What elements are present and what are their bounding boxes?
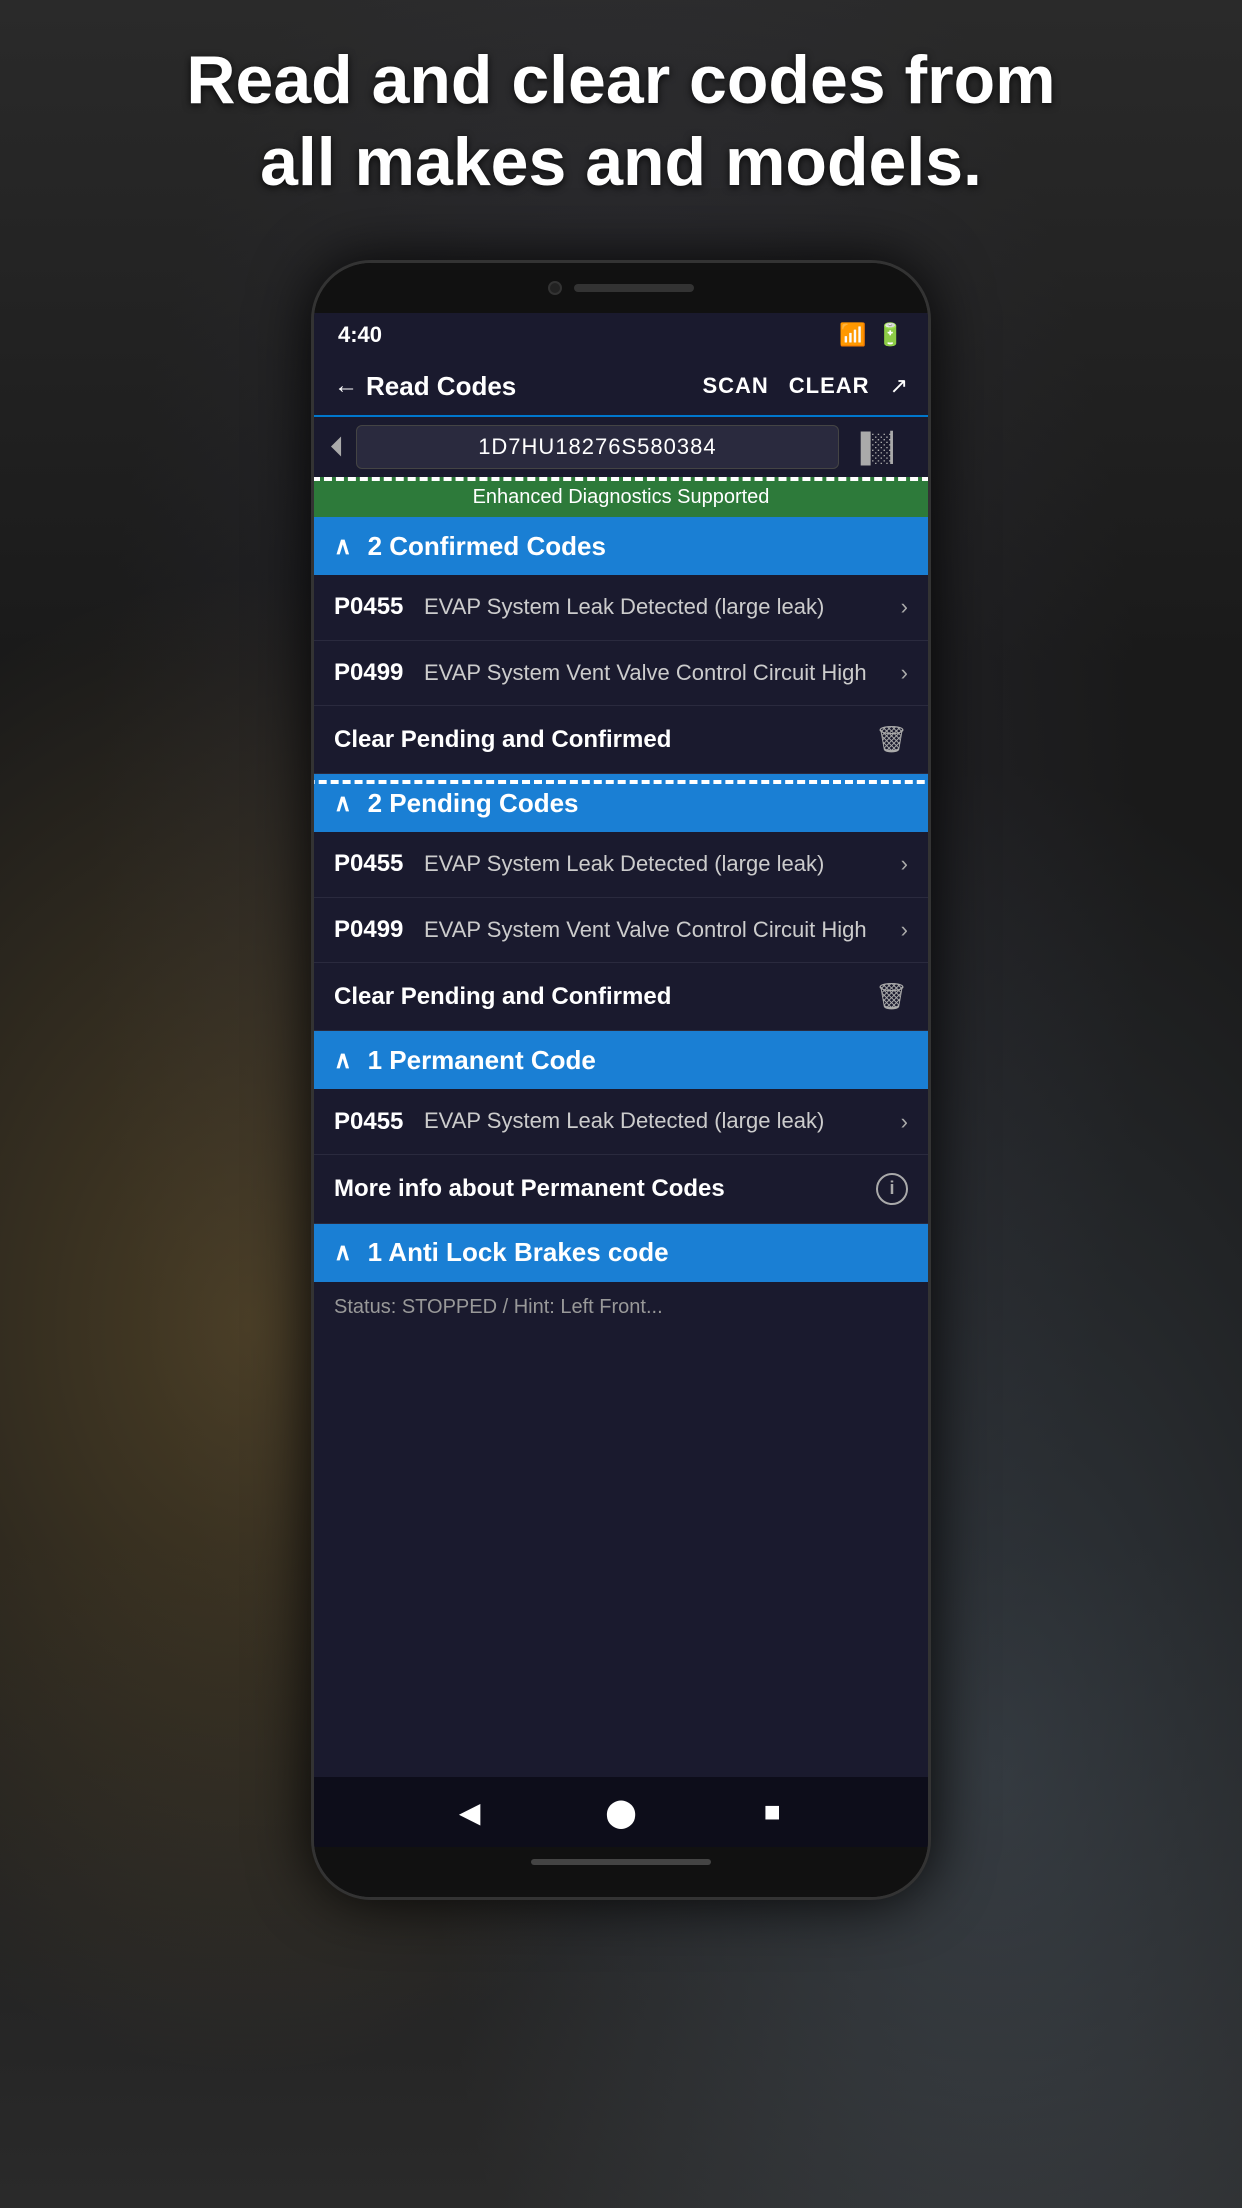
code-row-p0499-confirmed[interactable]: P0499 EVAP System Vent Valve Control Cir… (314, 641, 928, 707)
status-time: 4:40 (338, 322, 382, 348)
permanent-code-header[interactable]: ∧ 1 Permanent Code (314, 1031, 928, 1089)
status-icons: 📶 🔋 (839, 322, 904, 348)
code-desc: EVAP System Leak Detected (large leak) (424, 850, 901, 879)
vin-bar: ⏴ 1D7HU18276S580384 ▐░▏ (314, 417, 928, 477)
header-line1: Read and clear codes from (186, 42, 1055, 118)
code-desc: EVAP System Vent Valve Control Circuit H… (424, 916, 901, 945)
speaker (574, 284, 694, 292)
selection-box: Enhanced Diagnostics Supported ∧ 2 Confi… (314, 477, 928, 774)
abs-partial-text: Status: STOPPED / Hint: Left Front... (334, 1296, 663, 1319)
clear-pending-row[interactable]: Clear Pending and Confirmed 🗑 (314, 963, 928, 1031)
abs-codes-section: ∧ 1 Anti Lock Brakes code Status: STOPPE… (314, 1224, 928, 1333)
code-id: P0455 (334, 850, 424, 878)
code-row-p0455-pending[interactable]: P0455 EVAP System Leak Detected (large l… (314, 832, 928, 898)
code-desc: EVAP System Leak Detected (large leak) (424, 1107, 901, 1136)
clear-confirmed-row[interactable]: Clear Pending and Confirmed 🗑 (314, 706, 928, 774)
pending-codes-section: ∧ 2 Pending Codes P0455 EVAP System Leak… (314, 774, 928, 1031)
clear-button[interactable]: CLEAR (789, 373, 870, 399)
clear-pending-label: Clear Pending and Confirmed (334, 983, 875, 1011)
battery-icon: 🔋 (877, 322, 904, 348)
confirmed-codes-section: ∧ 2 Confirmed Codes P0455 EVAP System Le… (314, 517, 928, 774)
info-icon[interactable]: i (876, 1173, 908, 1205)
barcode-icon[interactable]: ▐░▏ (851, 431, 912, 464)
chevron-right-icon: › (901, 594, 908, 620)
vin-input[interactable]: 1D7HU18276S580384 (356, 425, 839, 469)
back-nav-button[interactable]: ◀ (450, 1792, 490, 1832)
confirmed-codes-header[interactable]: ∧ 2 Confirmed Codes (314, 517, 928, 575)
code-row-p0499-pending[interactable]: P0499 EVAP System Vent Valve Control Cir… (314, 898, 928, 964)
phone-bottom-nav: ◀ ⬤ ■ (314, 1777, 928, 1847)
back-arrow-icon: ← (334, 372, 358, 400)
code-row-p0455-permanent[interactable]: P0455 EVAP System Leak Detected (large l… (314, 1089, 928, 1155)
chevron-right-icon: › (901, 660, 908, 686)
vin-value: 1D7HU18276S580384 (478, 434, 716, 460)
back-button[interactable]: ← Read Codes (334, 371, 702, 402)
history-icon[interactable]: ⏴ (330, 431, 344, 464)
chevron-right-icon: › (901, 851, 908, 877)
scan-button[interactable]: SCAN (702, 373, 768, 399)
chevron-up-icon: ∧ (334, 1238, 352, 1267)
recents-nav-button[interactable]: ■ (752, 1792, 792, 1832)
code-id: P0499 (334, 659, 424, 687)
permanent-info-row[interactable]: More info about Permanent Codes i (314, 1155, 928, 1224)
phone-device: 4:40 📶 🔋 ← Read Codes SCAN CLEAR ↗ ⏴ 1D7… (311, 260, 931, 1900)
home-nav-button[interactable]: ⬤ (601, 1792, 641, 1832)
chevron-up-icon: ∧ (334, 1046, 352, 1075)
share-icon[interactable]: ↗ (890, 373, 908, 399)
status-bar: 4:40 📶 🔋 (314, 313, 928, 357)
nav-title: Read Codes (366, 371, 516, 402)
pending-codes-header[interactable]: ∧ 2 Pending Codes (314, 774, 928, 832)
code-id: P0455 (334, 1108, 424, 1136)
phone-content: Enhanced Diagnostics Supported ∧ 2 Confi… (314, 477, 928, 1777)
home-indicator (531, 1859, 711, 1865)
camera (548, 281, 562, 295)
navigation-bar: ← Read Codes SCAN CLEAR ↗ (314, 357, 928, 417)
chevron-right-icon: › (901, 1109, 908, 1135)
code-id: P0499 (334, 916, 424, 944)
nav-actions: SCAN CLEAR ↗ (702, 373, 908, 399)
code-desc: EVAP System Leak Detected (large leak) (424, 593, 901, 622)
trash-icon[interactable]: 🗑 (875, 724, 908, 755)
clear-confirmed-label: Clear Pending and Confirmed (334, 726, 875, 754)
abs-codes-header[interactable]: ∧ 1 Anti Lock Brakes code (314, 1224, 928, 1282)
permanent-info-label: More info about Permanent Codes (334, 1175, 876, 1203)
abs-codes-title: 1 Anti Lock Brakes code (368, 1237, 669, 1268)
code-desc: EVAP System Vent Valve Control Circuit H… (424, 659, 901, 688)
chevron-right-icon: › (901, 917, 908, 943)
abs-partial-row: Status: STOPPED / Hint: Left Front... (314, 1282, 928, 1333)
confirmed-codes-title: 2 Confirmed Codes (368, 531, 606, 562)
header-line2: all makes and models. (260, 124, 982, 200)
enhanced-badge-label: Enhanced Diagnostics Supported (473, 486, 770, 509)
phone-body: 4:40 📶 🔋 ← Read Codes SCAN CLEAR ↗ ⏴ 1D7… (311, 260, 931, 1900)
code-id: P0455 (334, 593, 424, 621)
code-row-p0455-confirmed[interactable]: P0455 EVAP System Leak Detected (large l… (314, 575, 928, 641)
pending-codes-title: 2 Pending Codes (368, 788, 579, 819)
permanent-code-section: ∧ 1 Permanent Code P0455 EVAP System Lea… (314, 1031, 928, 1224)
chevron-up-icon: ∧ (334, 532, 352, 561)
phone-bottom-bar (314, 1847, 928, 1897)
chevron-up-icon: ∧ (334, 789, 352, 818)
phone-top-bar (314, 263, 928, 313)
page-header: Read and clear codes from all makes and … (0, 40, 1242, 203)
permanent-code-title: 1 Permanent Code (368, 1045, 596, 1076)
trash-icon[interactable]: 🗑 (875, 981, 908, 1012)
enhanced-diagnostics-badge: Enhanced Diagnostics Supported (314, 477, 928, 517)
wifi-icon: 📶 (839, 322, 866, 348)
